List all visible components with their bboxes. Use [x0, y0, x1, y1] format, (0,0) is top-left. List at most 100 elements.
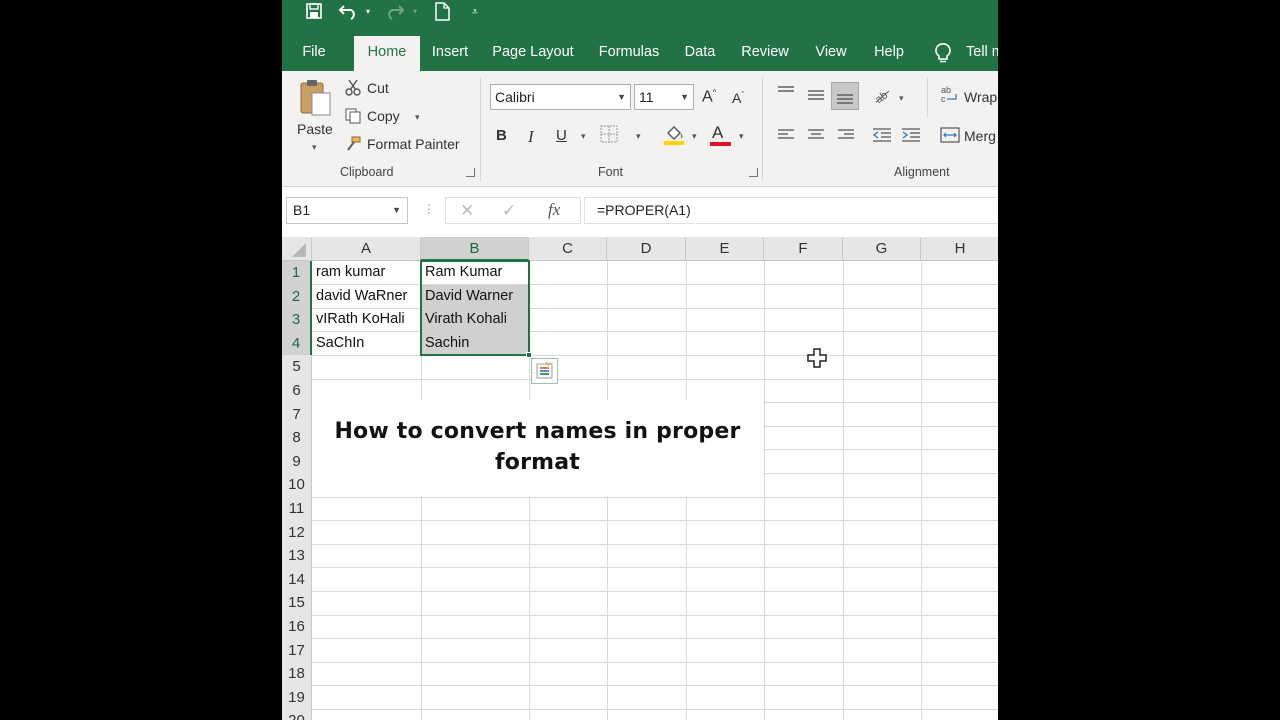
- redo-icon[interactable]: [384, 2, 406, 22]
- row-header-10[interactable]: 10: [282, 473, 312, 498]
- merge-center-button[interactable]: Merg: [964, 128, 996, 144]
- borders-icon[interactable]: [600, 125, 618, 148]
- align-top-icon[interactable]: [777, 85, 795, 104]
- row-header-3[interactable]: 3: [282, 308, 312, 333]
- row-header-17[interactable]: 17: [282, 638, 312, 664]
- tell-me-search[interactable]: Tell m: [966, 33, 998, 71]
- font-color-dropdown-icon[interactable]: ▾: [739, 131, 744, 142]
- tab-home[interactable]: Home: [354, 36, 420, 71]
- col-header-g[interactable]: G: [843, 237, 921, 261]
- row-header-11[interactable]: 11: [282, 497, 312, 522]
- redo-dropdown-icon[interactable]: ▾: [410, 2, 420, 22]
- col-header-h[interactable]: H: [921, 237, 998, 261]
- copy-button[interactable]: Copy: [367, 108, 400, 124]
- font-launcher-icon[interactable]: [749, 168, 758, 177]
- lightbulb-icon[interactable]: [934, 42, 952, 69]
- row-header-12[interactable]: 12: [282, 520, 312, 546]
- cell-a3[interactable]: vIRath KoHali: [313, 308, 421, 332]
- alignment-group-label: Alignment: [894, 165, 950, 179]
- grow-font-button[interactable]: A^: [702, 88, 716, 106]
- customize-qat-icon[interactable]: ⩡: [468, 2, 482, 22]
- font-color-button[interactable]: A: [712, 123, 723, 143]
- name-box[interactable]: B1 ▼: [286, 197, 408, 224]
- row-header-20[interactable]: 20: [282, 709, 312, 720]
- select-all-corner[interactable]: [282, 237, 312, 261]
- row-header-2[interactable]: 2: [282, 284, 312, 310]
- font-size-select[interactable]: 11 ▼: [634, 84, 694, 110]
- orientation-icon[interactable]: ab: [872, 85, 892, 110]
- fill-color-dropdown-icon[interactable]: ▾: [692, 131, 697, 142]
- col-header-f[interactable]: F: [764, 237, 843, 261]
- row-header-7[interactable]: 7: [282, 402, 312, 428]
- tab-page-layout[interactable]: Page Layout: [492, 33, 574, 71]
- undo-icon[interactable]: [337, 2, 359, 22]
- gridline: [312, 591, 998, 592]
- wrap-text-button[interactable]: Wrap: [964, 89, 997, 105]
- align-center-icon[interactable]: [807, 128, 825, 147]
- col-header-b[interactable]: B: [421, 237, 529, 261]
- col-header-a[interactable]: A: [312, 237, 421, 261]
- paste-dropdown-icon[interactable]: ▾: [312, 142, 317, 153]
- tab-file[interactable]: File: [296, 33, 332, 71]
- increase-indent-icon[interactable]: [901, 127, 921, 148]
- align-bottom-button[interactable]: [831, 82, 859, 110]
- save-icon[interactable]: [304, 2, 324, 22]
- underline-button[interactable]: U: [556, 127, 567, 144]
- tab-view[interactable]: View: [812, 33, 850, 71]
- italic-button[interactable]: I: [528, 127, 534, 147]
- enter-check-icon[interactable]: ✓: [502, 201, 516, 221]
- align-middle-icon[interactable]: [807, 87, 825, 106]
- tab-data[interactable]: Data: [682, 33, 718, 71]
- tab-formulas[interactable]: Formulas: [596, 33, 662, 71]
- clipboard-launcher-icon[interactable]: [466, 168, 475, 177]
- tab-insert[interactable]: Insert: [429, 33, 471, 71]
- decrease-indent-icon[interactable]: [872, 127, 892, 148]
- undo-dropdown-icon[interactable]: ▾: [363, 2, 373, 22]
- cell-a2[interactable]: david WaRner: [313, 285, 421, 309]
- paste-icon[interactable]: [299, 78, 333, 123]
- fill-color-icon[interactable]: [663, 123, 685, 150]
- worksheet-grid[interactable]: A B C D E F G H 1 2 3 4 5 6 7 8 9 10 11 …: [282, 237, 998, 720]
- cell-a4[interactable]: SaChIn: [313, 332, 421, 356]
- col-header-d[interactable]: D: [607, 237, 686, 261]
- paste-label[interactable]: Paste: [297, 121, 333, 137]
- align-right-icon[interactable]: [837, 128, 855, 147]
- col-header-e[interactable]: E: [686, 237, 764, 261]
- cell-a1[interactable]: ram kumar: [313, 261, 421, 285]
- align-left-icon[interactable]: [777, 128, 795, 147]
- insert-function-button[interactable]: fx: [548, 200, 560, 220]
- copy-dropdown-icon[interactable]: ▾: [415, 112, 420, 123]
- row-header-19[interactable]: 19: [282, 685, 312, 711]
- borders-dropdown-icon[interactable]: ▾: [636, 131, 641, 142]
- row-header-8[interactable]: 8: [282, 426, 312, 451]
- bold-button[interactable]: B: [496, 127, 507, 144]
- cut-button[interactable]: Cut: [367, 80, 389, 96]
- row-header-5[interactable]: 5: [282, 355, 312, 380]
- row-header-4[interactable]: 4: [282, 331, 312, 357]
- row-header-18[interactable]: 18: [282, 662, 312, 687]
- row-header-9[interactable]: 9: [282, 449, 312, 475]
- new-file-icon[interactable]: [432, 2, 452, 22]
- row-header-14[interactable]: 14: [282, 567, 312, 593]
- row-header-1[interactable]: 1: [282, 261, 312, 286]
- row-header-6[interactable]: 6: [282, 379, 312, 404]
- video-caption-overlay: How to convert names in proper format: [312, 400, 763, 496]
- col-header-c[interactable]: C: [529, 237, 607, 261]
- shrink-font-button[interactable]: Aˇ: [732, 90, 744, 106]
- chevron-down-icon: ▼: [680, 92, 689, 102]
- tab-review[interactable]: Review: [740, 33, 790, 71]
- formula-input[interactable]: =PROPER(A1): [584, 197, 998, 224]
- underline-dropdown-icon[interactable]: ▾: [581, 131, 586, 142]
- tab-help[interactable]: Help: [870, 33, 908, 71]
- font-group-label: Font: [598, 165, 624, 179]
- font-name-select[interactable]: Calibri ▼: [490, 84, 631, 110]
- row-header-15[interactable]: 15: [282, 591, 312, 616]
- caption-title: How to convert names in proper format: [312, 416, 763, 478]
- row-header-16[interactable]: 16: [282, 615, 312, 640]
- row-header-13[interactable]: 13: [282, 544, 312, 569]
- format-painter-icon: [344, 135, 362, 158]
- orientation-dropdown-icon[interactable]: ▾: [899, 93, 904, 104]
- cancel-icon[interactable]: ✕: [460, 201, 474, 221]
- quick-analysis-button[interactable]: [531, 358, 558, 384]
- format-painter-button[interactable]: Format Painter: [367, 136, 460, 152]
